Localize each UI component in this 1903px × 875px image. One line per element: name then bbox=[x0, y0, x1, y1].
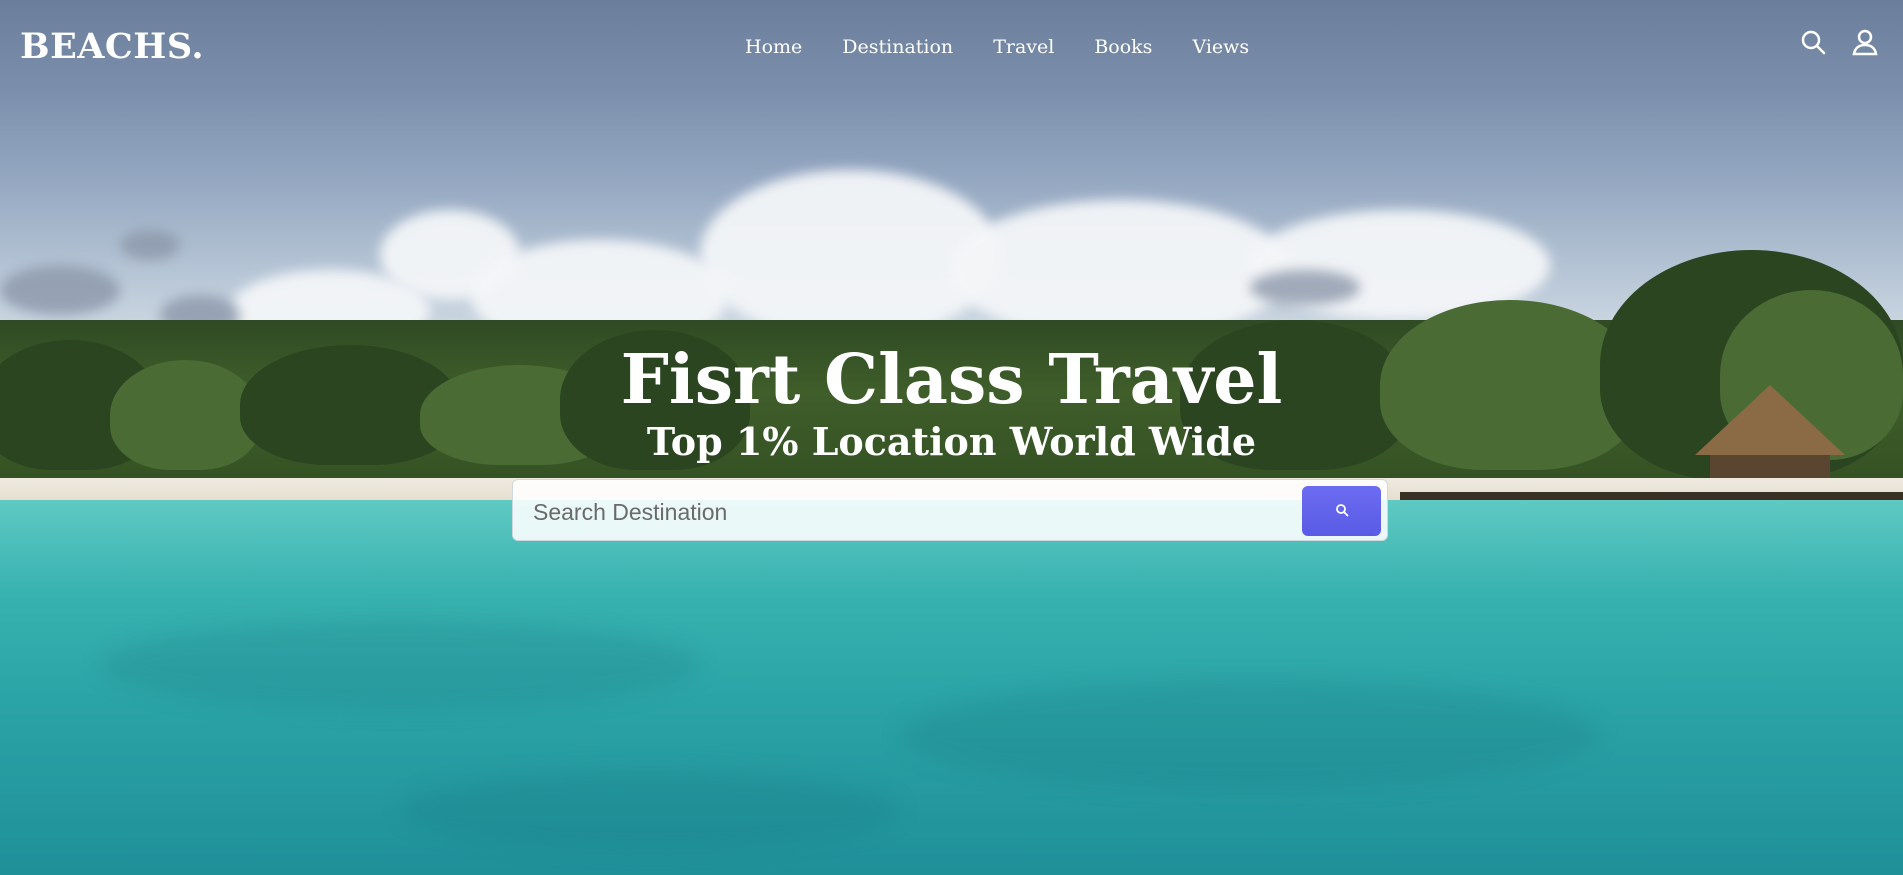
search-bar bbox=[512, 479, 1388, 541]
logo[interactable]: BEACHS. bbox=[20, 26, 204, 67]
nav-books[interactable]: Books bbox=[1094, 36, 1152, 58]
search-input[interactable] bbox=[531, 494, 1295, 530]
search-button[interactable] bbox=[1302, 486, 1381, 536]
nav-home[interactable]: Home bbox=[745, 36, 802, 58]
nav-views[interactable]: Views bbox=[1192, 36, 1249, 58]
water-ripple bbox=[900, 680, 1600, 790]
search-icon[interactable] bbox=[1799, 28, 1827, 56]
hero: Fisrt Class Travel Top 1% Location World… bbox=[0, 340, 1903, 464]
cloud bbox=[120, 230, 180, 260]
top-navbar: BEACHS. Home Destination Travel Books Vi… bbox=[0, 0, 1903, 92]
water-ripple bbox=[400, 770, 900, 850]
cloud bbox=[0, 265, 120, 315]
hero-subtitle: Top 1% Location World Wide bbox=[646, 419, 1257, 464]
search-icon bbox=[1335, 503, 1349, 520]
cloud bbox=[1250, 270, 1360, 305]
nav-travel[interactable]: Travel bbox=[993, 36, 1054, 58]
water-ripple bbox=[100, 620, 700, 710]
user-icon[interactable] bbox=[1851, 28, 1879, 56]
nav-destination[interactable]: Destination bbox=[842, 36, 953, 58]
main-menu: Home Destination Travel Books Views bbox=[745, 36, 1249, 58]
hero-title: Fisrt Class Travel bbox=[620, 340, 1283, 420]
cloud bbox=[950, 200, 1290, 340]
